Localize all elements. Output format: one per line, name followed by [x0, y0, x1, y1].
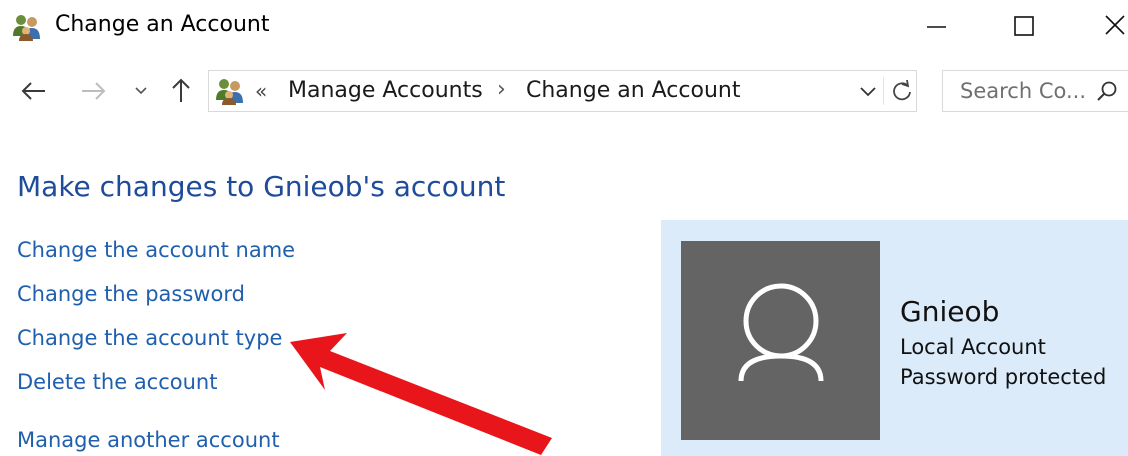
search-input[interactable]: Search Co... [942, 70, 1128, 112]
password-status-label: Password protected [900, 365, 1107, 389]
user-silhouette-icon [738, 283, 824, 382]
breadcrumb-separator[interactable]: › [497, 77, 506, 102]
minimize-button[interactable] [906, 0, 966, 52]
close-icon [1105, 15, 1125, 35]
account-type-label: Local Account [900, 335, 1046, 359]
back-arrow-icon [21, 82, 45, 100]
delete-account-link[interactable]: Delete the account [17, 370, 217, 394]
change-account-type-link[interactable]: Change the account type [17, 326, 282, 350]
back-button[interactable] [17, 74, 51, 108]
minimize-icon [927, 26, 946, 28]
maximize-icon [1014, 16, 1034, 36]
chevron-down-icon [135, 87, 147, 95]
maximize-button[interactable] [994, 0, 1054, 52]
page-title: Make changes to Gnieob's account [17, 170, 506, 203]
address-bar[interactable]: « Manage Accounts › Change an Account [208, 70, 917, 112]
title-bar: Change an Account [0, 0, 1128, 52]
change-account-name-link[interactable]: Change the account name [17, 238, 295, 262]
breadcrumb-manage-accounts[interactable]: Manage Accounts [288, 78, 483, 103]
forward-arrow-icon [82, 82, 106, 100]
manage-another-account-link[interactable]: Manage another account [17, 428, 280, 452]
change-password-link[interactable]: Change the password [17, 282, 245, 306]
refresh-icon[interactable] [889, 78, 915, 104]
chevron-down-icon[interactable] [857, 79, 879, 103]
user-name: Gnieob [900, 295, 1000, 328]
close-button[interactable] [1084, 0, 1128, 52]
up-button[interactable] [164, 74, 198, 108]
forward-button[interactable] [76, 74, 110, 108]
up-arrow-icon [172, 78, 190, 102]
window-title: Change an Account [55, 12, 270, 37]
recent-locations-button[interactable] [128, 74, 154, 108]
avatar [681, 241, 880, 440]
address-divider [883, 77, 884, 105]
search-icon[interactable] [1095, 80, 1119, 104]
breadcrumb-change-an-account[interactable]: Change an Account [526, 78, 740, 103]
breadcrumb-overflow[interactable]: « [255, 79, 267, 103]
users-control-panel-icon [216, 79, 243, 105]
search-placeholder: Search Co... [960, 79, 1086, 103]
users-control-panel-icon [13, 15, 40, 41]
